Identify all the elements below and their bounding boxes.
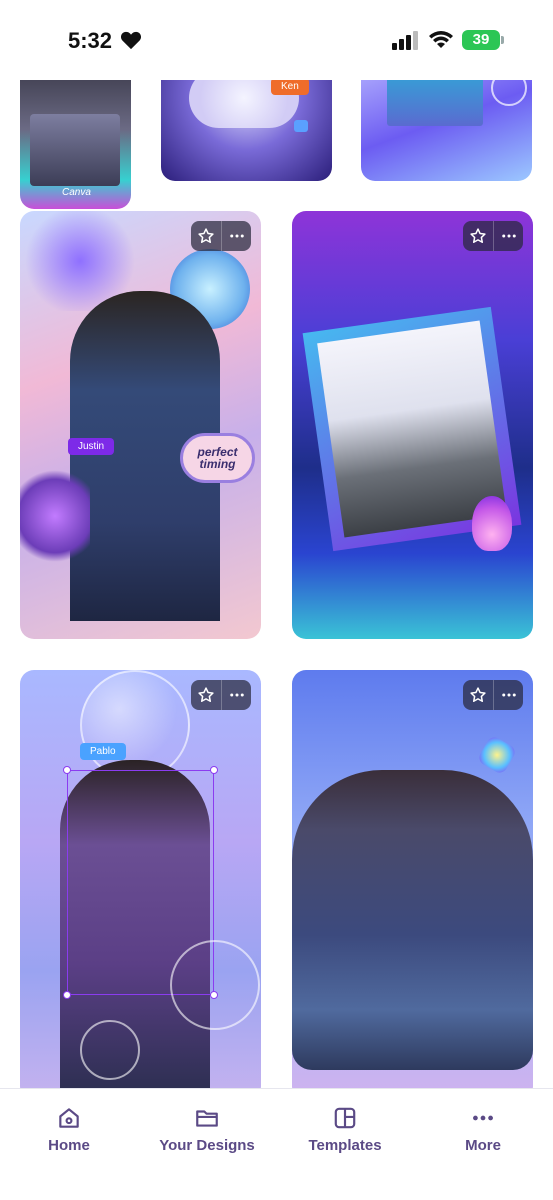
templates-icon bbox=[334, 1107, 356, 1129]
nav-label: Templates bbox=[308, 1137, 382, 1154]
battery-nub bbox=[501, 36, 504, 44]
name-tag: Pablo bbox=[80, 743, 126, 760]
status-bar: 5:32 39 bbox=[0, 0, 553, 80]
photo-group bbox=[30, 114, 120, 186]
name-tag: Justin bbox=[68, 438, 115, 455]
star-sticker bbox=[20, 466, 90, 566]
canva-watermark: Canva bbox=[62, 187, 91, 198]
battery-level: 39 bbox=[462, 30, 500, 50]
ellipsis-icon bbox=[501, 234, 516, 238]
nav-item-your-designs[interactable]: Your Designs bbox=[147, 1105, 267, 1155]
heart-sticker bbox=[294, 120, 308, 132]
star-icon bbox=[198, 228, 214, 243]
selection-handle[interactable] bbox=[63, 991, 71, 999]
star-button[interactable] bbox=[463, 221, 493, 251]
star-sticker bbox=[476, 734, 518, 776]
nav-label: More bbox=[465, 1137, 501, 1154]
nav-label: Home bbox=[48, 1137, 90, 1154]
template-card-pablo[interactable]: Pablo bbox=[20, 670, 261, 1088]
template-card-top-right[interactable] bbox=[361, 78, 532, 181]
more-options-button[interactable] bbox=[493, 680, 523, 710]
bottom-nav: Home Your Designs Templates More bbox=[0, 1088, 553, 1200]
bubble-decoration bbox=[491, 78, 527, 106]
template-card-justin[interactable]: Justin perfect timing bbox=[20, 211, 261, 639]
ellipsis-icon bbox=[501, 693, 516, 697]
signal-icon bbox=[392, 31, 418, 50]
home-icon bbox=[59, 1108, 79, 1128]
star-button[interactable] bbox=[191, 680, 221, 710]
nav-item-home[interactable]: Home bbox=[9, 1105, 129, 1155]
template-grid[interactable]: Canva Ken Justin perfect timing Pablo bbox=[0, 78, 553, 1088]
star-icon bbox=[198, 687, 214, 702]
card-actions bbox=[463, 221, 523, 251]
flame-sticker bbox=[472, 496, 512, 551]
template-card-top-middle[interactable]: Ken bbox=[161, 78, 332, 181]
selection-handle[interactable] bbox=[63, 766, 71, 774]
template-card-top-left[interactable]: Canva bbox=[20, 78, 131, 209]
star-icon bbox=[470, 687, 486, 702]
heart-icon bbox=[120, 31, 142, 50]
battery-indicator: 39 bbox=[462, 30, 504, 50]
star-icon bbox=[470, 228, 486, 243]
bubble-decoration bbox=[80, 1020, 140, 1080]
star-button[interactable] bbox=[191, 221, 221, 251]
ellipsis-icon bbox=[229, 234, 244, 238]
card-actions bbox=[191, 680, 251, 710]
wifi-icon bbox=[429, 31, 453, 48]
nav-item-templates[interactable]: Templates bbox=[285, 1105, 405, 1155]
folder-icon bbox=[196, 1110, 218, 1127]
template-card-group[interactable] bbox=[292, 670, 533, 1088]
photo-person bbox=[387, 78, 483, 126]
perfect-timing-sticker: perfect timing bbox=[180, 433, 255, 483]
template-card-framed[interactable] bbox=[292, 211, 533, 639]
name-tag: Ken bbox=[271, 78, 309, 95]
card-actions bbox=[463, 680, 523, 710]
selection-handle[interactable] bbox=[210, 766, 218, 774]
nav-item-more[interactable]: More bbox=[423, 1105, 543, 1155]
photo-group bbox=[292, 770, 533, 1070]
more-options-button[interactable] bbox=[221, 680, 251, 710]
ellipsis-icon bbox=[229, 693, 244, 697]
more-options-button[interactable] bbox=[493, 221, 523, 251]
more-options-button[interactable] bbox=[221, 221, 251, 251]
nav-label: Your Designs bbox=[159, 1137, 255, 1154]
card-actions bbox=[191, 221, 251, 251]
status-time: 5:32 bbox=[68, 28, 113, 53]
more-icon bbox=[473, 1115, 493, 1121]
bubble-decoration bbox=[170, 940, 260, 1030]
star-button[interactable] bbox=[463, 680, 493, 710]
